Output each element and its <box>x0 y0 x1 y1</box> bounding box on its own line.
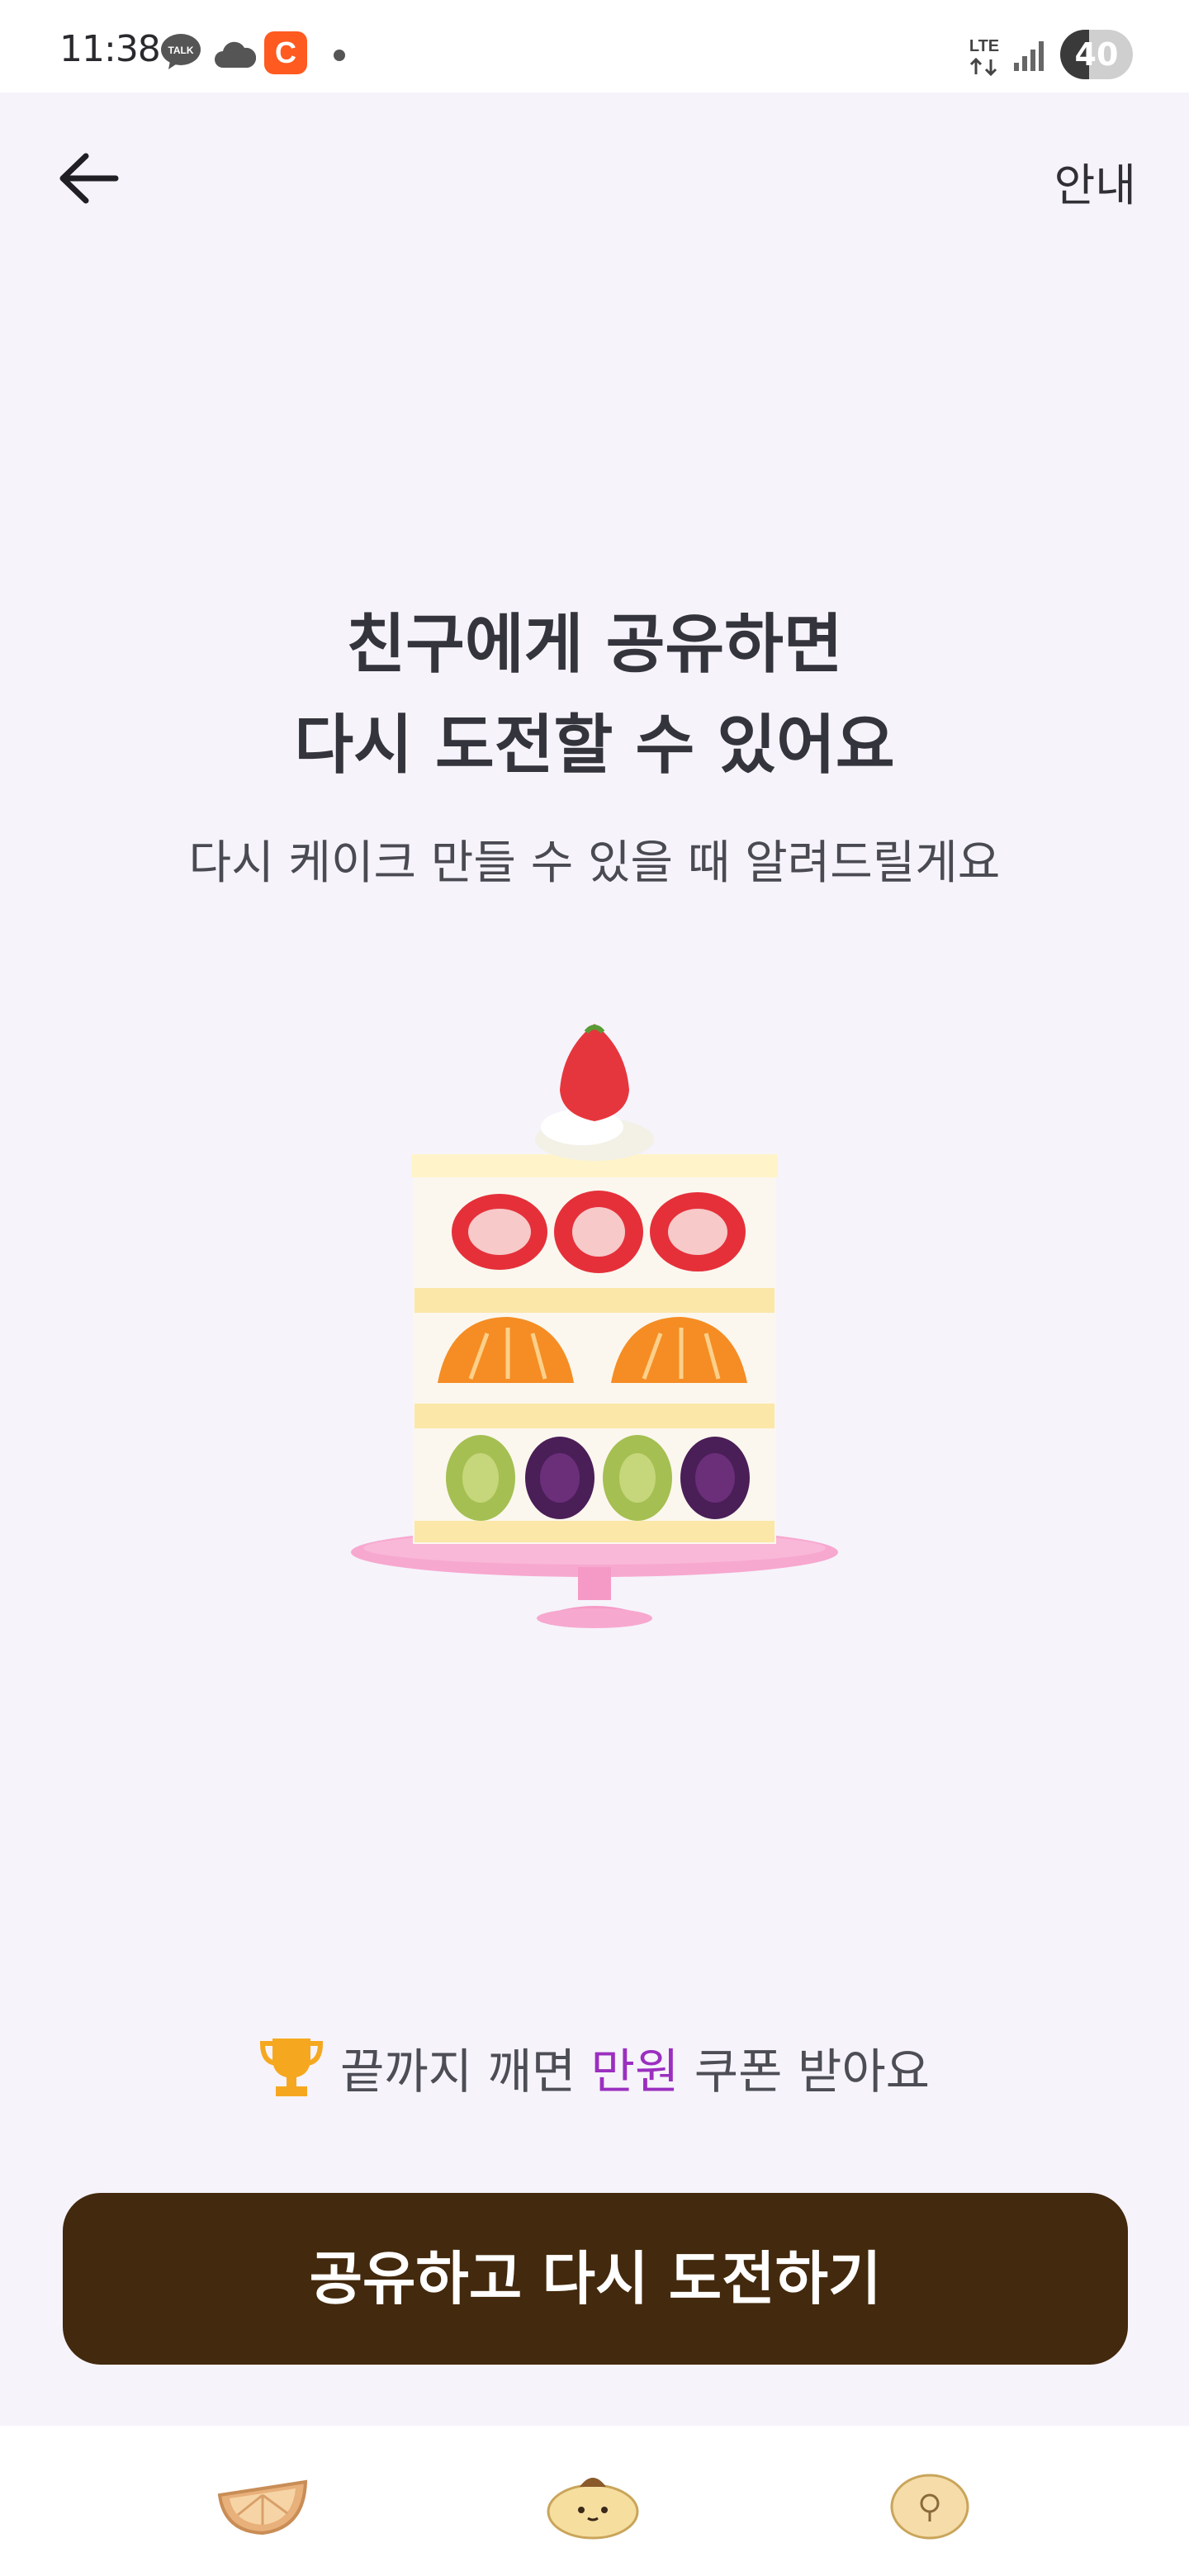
status-bar: 11:38 TALK C LTE 40 <box>0 0 1189 92</box>
cloud-icon <box>215 41 256 68</box>
signal-icon <box>1014 41 1044 71</box>
info-link[interactable]: 안내 <box>1054 149 1136 214</box>
battery-level: 40 <box>1074 36 1119 73</box>
reward-message: 끝까지 깨면 만원 쿠폰 받아요 <box>0 2033 1189 2102</box>
battery-icon: 40 <box>1060 30 1133 79</box>
talk-icon: TALK <box>161 34 201 69</box>
title-line-1: 친구에게 공유하면 <box>346 608 843 682</box>
c-app-icon: C <box>264 31 307 74</box>
reward-prefix: 끝까지 깨면 <box>339 2043 576 2100</box>
page-subtitle: 다시 케이크 만들 수 있을 때 알려드릴게요 <box>188 836 1001 890</box>
svg-text:TALK: TALK <box>168 45 193 56</box>
back-button[interactable] <box>50 139 129 218</box>
reward-suffix: 쿠폰 받아요 <box>694 2043 931 2100</box>
pompompurin-icon[interactable] <box>543 2462 642 2545</box>
round-character-icon[interactable] <box>880 2462 979 2545</box>
arrow-left-icon <box>59 153 119 204</box>
cake-illustration <box>351 1024 838 1628</box>
reward-highlight: 만원 <box>590 2043 680 2100</box>
title-line-2: 다시 도전할 수 있어요 <box>294 708 895 783</box>
status-time: 11:38 <box>59 28 161 70</box>
share-retry-button[interactable]: 공유하고 다시 도전하기 <box>63 2193 1128 2365</box>
lte-icon: LTE <box>969 37 999 77</box>
orange-slice-icon[interactable] <box>213 2462 312 2545</box>
page-title: 친구에게 공유하면 다시 도전할 수 있어요 <box>0 594 1189 796</box>
trophy-icon <box>259 2039 323 2096</box>
dot-icon <box>334 50 345 61</box>
svg-text:LTE: LTE <box>969 37 999 55</box>
bottom-nav <box>0 2426 1189 2576</box>
